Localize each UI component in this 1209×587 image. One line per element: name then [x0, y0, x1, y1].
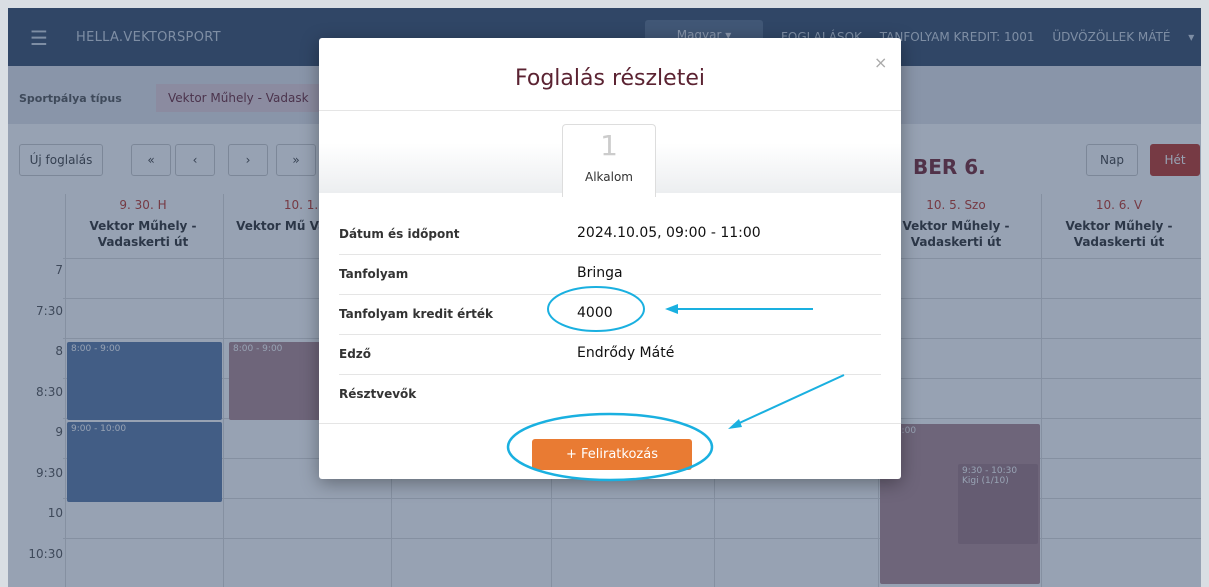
detail-row-datetime: Dátum és időpont 2024.10.05, 09:00 - 11:…: [339, 214, 881, 255]
app-frame: ☰ HELLA.VEKTORSPORT Magyar ▾ FOGLALÁSOK …: [8, 8, 1201, 587]
close-icon[interactable]: ×: [874, 53, 887, 72]
booking-details-modal: Foglalás részletei × 1 Alkalom Dátum és …: [319, 38, 901, 479]
divider: [319, 110, 901, 111]
modal-title: Foglalás részletei: [515, 66, 705, 91]
detail-row-coach: Edző Endrődy Máté: [339, 334, 881, 375]
detail-row-credit: Tanfolyam kredit érték 4000: [339, 294, 881, 335]
detail-row-participants: Résztvevők: [339, 387, 417, 401]
divider: [319, 423, 901, 424]
tab-number: 1: [600, 129, 618, 162]
tab-label: Alkalom: [585, 170, 633, 184]
detail-row-course: Tanfolyam Bringa: [339, 254, 881, 295]
tab-occasion[interactable]: 1 Alkalom: [562, 124, 656, 197]
subscribe-button[interactable]: + Feliratkozás: [532, 439, 692, 470]
